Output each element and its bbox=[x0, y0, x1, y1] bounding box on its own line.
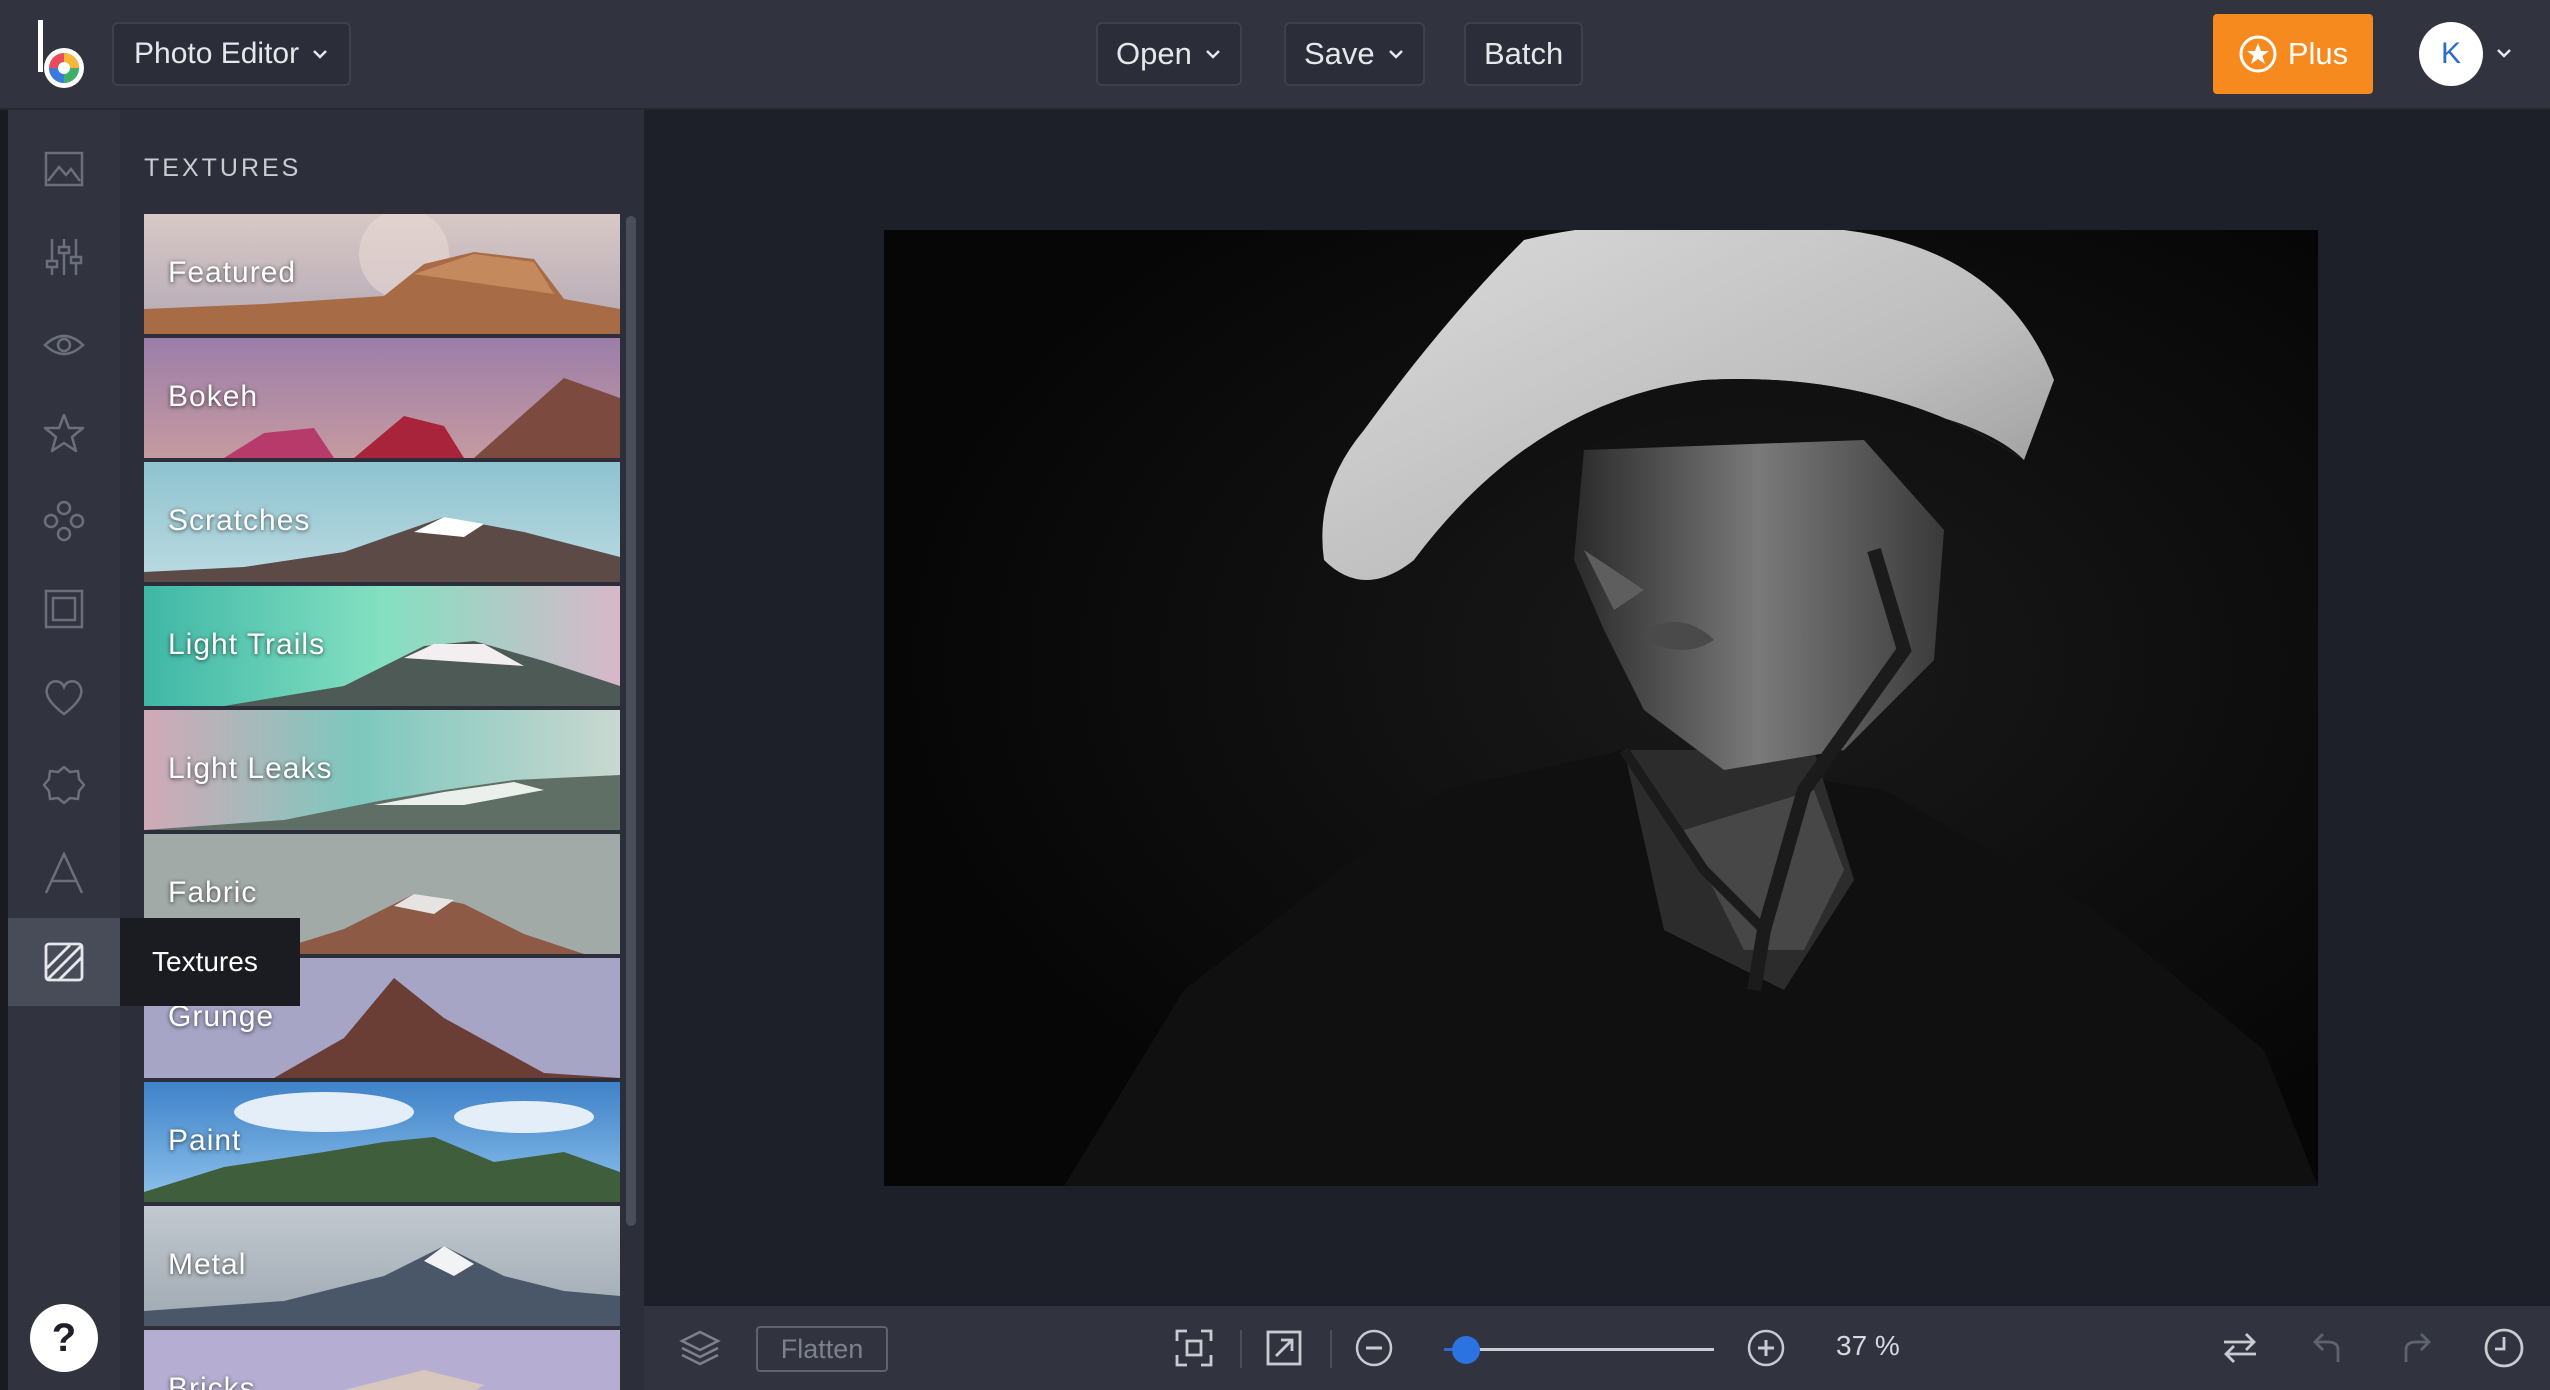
history-button[interactable] bbox=[2482, 1326, 2526, 1370]
badge-icon bbox=[42, 765, 86, 805]
chevron-down-icon[interactable] bbox=[2495, 44, 2513, 62]
photo-editor-menu[interactable]: Photo Editor bbox=[112, 22, 352, 86]
undo-icon bbox=[2313, 1333, 2340, 1362]
fit-to-screen-button[interactable] bbox=[1172, 1326, 1216, 1370]
zoom-percentage: 37 % bbox=[1836, 1330, 1900, 1361]
heart-icon bbox=[45, 680, 83, 716]
open-label: Open bbox=[1116, 36, 1192, 71]
help-label: ? bbox=[51, 1315, 77, 1360]
chevron-down-icon bbox=[313, 50, 327, 59]
texture-item-metal[interactable]: Metal bbox=[144, 1206, 620, 1326]
texture-item-bokeh[interactable]: Bokeh bbox=[144, 338, 620, 458]
rail-item-adjust[interactable] bbox=[8, 213, 120, 301]
befunky-logo[interactable] bbox=[32, 18, 92, 90]
texture-item-paint[interactable]: Paint bbox=[144, 1082, 620, 1202]
swap-icon bbox=[2224, 1333, 2256, 1363]
batch-label: Batch bbox=[1484, 36, 1564, 71]
chevron-down-icon bbox=[1388, 50, 1403, 59]
texture-item-featured[interactable]: Featured bbox=[144, 214, 620, 334]
photo-editor-label: Photo Editor bbox=[134, 37, 300, 70]
zoom-out-button[interactable] bbox=[1352, 1326, 1396, 1370]
save-label: Save bbox=[1304, 36, 1375, 71]
rail-item-textures[interactable] bbox=[8, 918, 120, 1006]
fit-screen-icon bbox=[1175, 1329, 1213, 1367]
zoom-in-icon bbox=[1747, 1329, 1785, 1367]
tooltip-label: Textures bbox=[152, 946, 258, 977]
redo-button[interactable] bbox=[2394, 1326, 2438, 1370]
layers-icon bbox=[679, 1330, 721, 1366]
toolbar-divider bbox=[1240, 1330, 1242, 1368]
frame-icon bbox=[44, 589, 84, 629]
eye-icon bbox=[43, 334, 85, 356]
rail-item-text[interactable] bbox=[8, 829, 120, 917]
photo-canvas[interactable] bbox=[884, 230, 2318, 1186]
rail-item-frames[interactable] bbox=[8, 565, 120, 653]
text-icon bbox=[44, 851, 84, 894]
graphics-icon bbox=[43, 500, 85, 542]
flatten-label: Flatten bbox=[780, 1333, 864, 1364]
rail-item-badges[interactable] bbox=[8, 741, 120, 829]
photo-editor-app: Photo Editor Open Save Batch Plus K ? TE… bbox=[0, 0, 2550, 1390]
rail-item-edit[interactable] bbox=[8, 125, 120, 213]
texture-label: Bokeh bbox=[168, 380, 259, 413]
rail-item-overlays[interactable] bbox=[8, 653, 120, 741]
save-button[interactable]: Save bbox=[1284, 22, 1425, 86]
texture-label: Bricks bbox=[168, 1372, 256, 1390]
texture-label: Paint bbox=[168, 1124, 242, 1157]
plus-upgrade-button[interactable]: Plus bbox=[2213, 14, 2373, 94]
rail-item-graphics[interactable] bbox=[8, 477, 120, 565]
star-icon bbox=[43, 413, 85, 453]
star-badge-icon bbox=[2239, 35, 2277, 73]
layers-button[interactable] bbox=[678, 1326, 722, 1370]
open-button[interactable]: Open bbox=[1096, 22, 1242, 86]
texture-label: Featured bbox=[168, 256, 297, 289]
top-bar: Photo Editor Open Save Batch Plus K bbox=[0, 0, 2550, 110]
texture-label: Light Trails bbox=[168, 628, 326, 661]
undo-button[interactable] bbox=[2306, 1326, 2350, 1370]
texture-label: Metal bbox=[168, 1248, 247, 1281]
edit-image-icon bbox=[44, 151, 84, 187]
rail-item-touch-up[interactable] bbox=[8, 301, 120, 389]
batch-button[interactable]: Batch bbox=[1464, 22, 1584, 86]
history-clock-icon bbox=[2484, 1328, 2524, 1368]
texture-label: Light Leaks bbox=[168, 752, 333, 785]
avatar-initial: K bbox=[2440, 37, 2461, 70]
expand-icon bbox=[1266, 1330, 1302, 1366]
rail-item-effects[interactable] bbox=[8, 389, 120, 477]
texture-item-light-leaks[interactable]: Light Leaks bbox=[144, 710, 620, 830]
zoom-out-icon bbox=[1355, 1329, 1393, 1367]
panel-scrollbar[interactable] bbox=[626, 216, 636, 1226]
flatten-button[interactable]: Flatten bbox=[756, 1326, 888, 1372]
textures-icon bbox=[44, 942, 84, 982]
zoom-slider[interactable] bbox=[1444, 1336, 1714, 1364]
textures-tooltip: Textures bbox=[120, 918, 300, 1006]
actual-size-button[interactable] bbox=[1262, 1326, 1306, 1370]
texture-label: Scratches bbox=[168, 504, 311, 537]
bottom-toolbar: Flatten 37 % bbox=[644, 1306, 2550, 1390]
redo-icon bbox=[2404, 1333, 2431, 1362]
zoom-in-button[interactable] bbox=[1744, 1326, 1788, 1370]
panel-title: TEXTURES bbox=[144, 154, 302, 182]
user-avatar[interactable]: K bbox=[2419, 22, 2483, 86]
texture-item-bricks[interactable]: Bricks bbox=[144, 1330, 620, 1390]
plus-label: Plus bbox=[2287, 36, 2349, 71]
adjust-sliders-icon bbox=[45, 239, 83, 275]
texture-item-scratches[interactable]: Scratches bbox=[144, 462, 620, 582]
rail-edge bbox=[0, 110, 8, 1390]
toolbar-divider bbox=[1330, 1330, 1332, 1368]
chevron-down-icon bbox=[1205, 50, 1220, 59]
zoom-slider-knob[interactable] bbox=[1452, 1336, 1480, 1364]
help-button[interactable]: ? bbox=[30, 1304, 98, 1372]
textures-panel: TEXTURES Featured Bokeh Scratches Light … bbox=[120, 110, 644, 1390]
texture-label: Fabric bbox=[168, 876, 258, 909]
texture-item-light-trails[interactable]: Light Trails bbox=[144, 586, 620, 706]
swap-button[interactable] bbox=[2218, 1326, 2262, 1370]
